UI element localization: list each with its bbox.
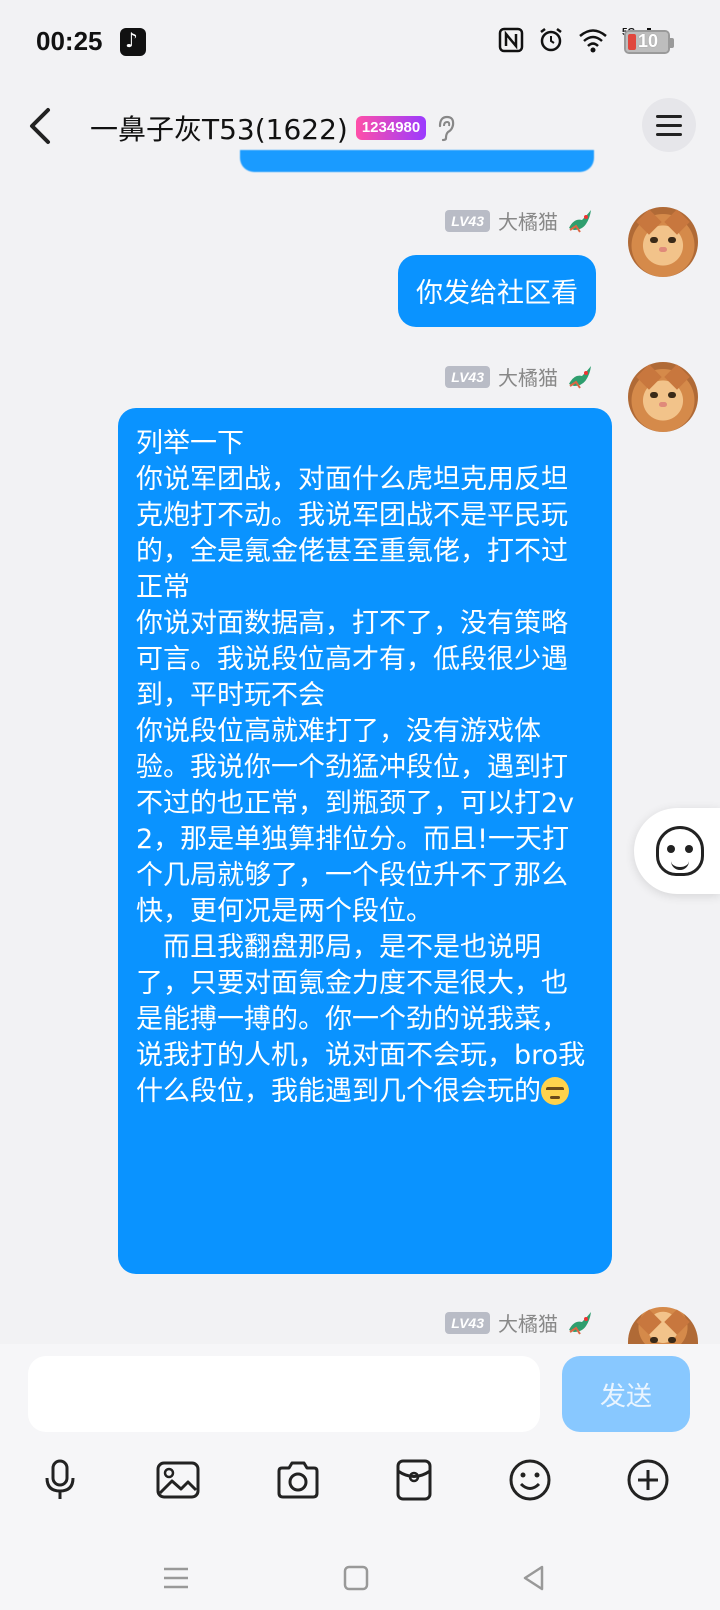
avatar[interactable] xyxy=(628,207,698,277)
message-input[interactable] xyxy=(28,1356,540,1432)
back-button[interactable] xyxy=(22,104,62,148)
home-button[interactable] xyxy=(338,1560,374,1596)
send-button[interactable]: 发送 xyxy=(562,1356,690,1432)
chat-title[interactable]: 一鼻子灰T53(1622) 1234980 xyxy=(90,108,456,148)
message-meta: LV43 大橘猫 xyxy=(445,206,594,235)
avatar[interactable] xyxy=(628,362,698,432)
recent-apps-button[interactable] xyxy=(158,1560,194,1596)
message-bubble[interactable]: 列举一下 你说军团战，对面什么虎坦克用反坦克炮打不动。我说军团战不是平民玩的，全… xyxy=(118,408,612,1274)
wifi-icon xyxy=(579,29,607,53)
nfc-icon xyxy=(498,27,524,53)
smirk-emoji-icon xyxy=(541,1077,569,1105)
title-badge: 1234980 xyxy=(355,116,427,140)
meme-face-icon xyxy=(656,826,704,876)
camera-icon[interactable] xyxy=(270,1452,326,1508)
dragon-icon xyxy=(569,209,591,233)
toolbar xyxy=(0,1452,720,1516)
plus-icon[interactable] xyxy=(620,1452,676,1508)
message-bubble[interactable]: 你发给社区看 xyxy=(398,255,596,327)
level-badge: LV43 xyxy=(445,209,490,232)
tiktok-icon xyxy=(120,28,146,56)
dragon-icon xyxy=(569,365,591,389)
red-packet-icon[interactable] xyxy=(386,1452,442,1508)
sender-name: 大橘猫 xyxy=(498,366,558,390)
status-bar: 00:25 5G 10 xyxy=(0,0,720,86)
system-nav-bar xyxy=(0,1550,720,1606)
alarm-icon xyxy=(540,28,562,52)
sender-name: 大橘猫 xyxy=(498,1312,558,1336)
message-text: 列举一下 你说军团战，对面什么虎坦克用反坦克炮打不动。我说军团战不是平民玩的，全… xyxy=(136,428,586,1107)
battery-indicator: 10 xyxy=(624,30,674,54)
previous-message-bubble xyxy=(240,150,594,172)
sticker-suggestion-button[interactable] xyxy=(634,808,720,894)
ear-icon xyxy=(439,115,455,142)
level-badge: LV43 xyxy=(445,365,490,388)
dragon-icon xyxy=(569,1311,591,1335)
level-badge: LV43 xyxy=(445,1311,490,1334)
avatar[interactable] xyxy=(628,1307,698,1344)
sender-name: 大橘猫 xyxy=(498,210,558,234)
mic-icon[interactable] xyxy=(32,1452,88,1508)
image-icon[interactable] xyxy=(150,1452,206,1508)
menu-button[interactable] xyxy=(642,98,696,152)
emoji-icon[interactable] xyxy=(502,1452,558,1508)
battery-level: 10 xyxy=(638,31,659,51)
status-time: 00:25 xyxy=(36,26,103,56)
chat-title-text: 一鼻子灰T53(1622) xyxy=(90,113,348,146)
message-meta: LV43 大橘猫 xyxy=(445,362,594,391)
message-meta: LV43 大橘猫 xyxy=(445,1308,594,1337)
back-nav-button[interactable] xyxy=(516,1560,552,1596)
input-area: 发送 xyxy=(0,1344,720,1610)
